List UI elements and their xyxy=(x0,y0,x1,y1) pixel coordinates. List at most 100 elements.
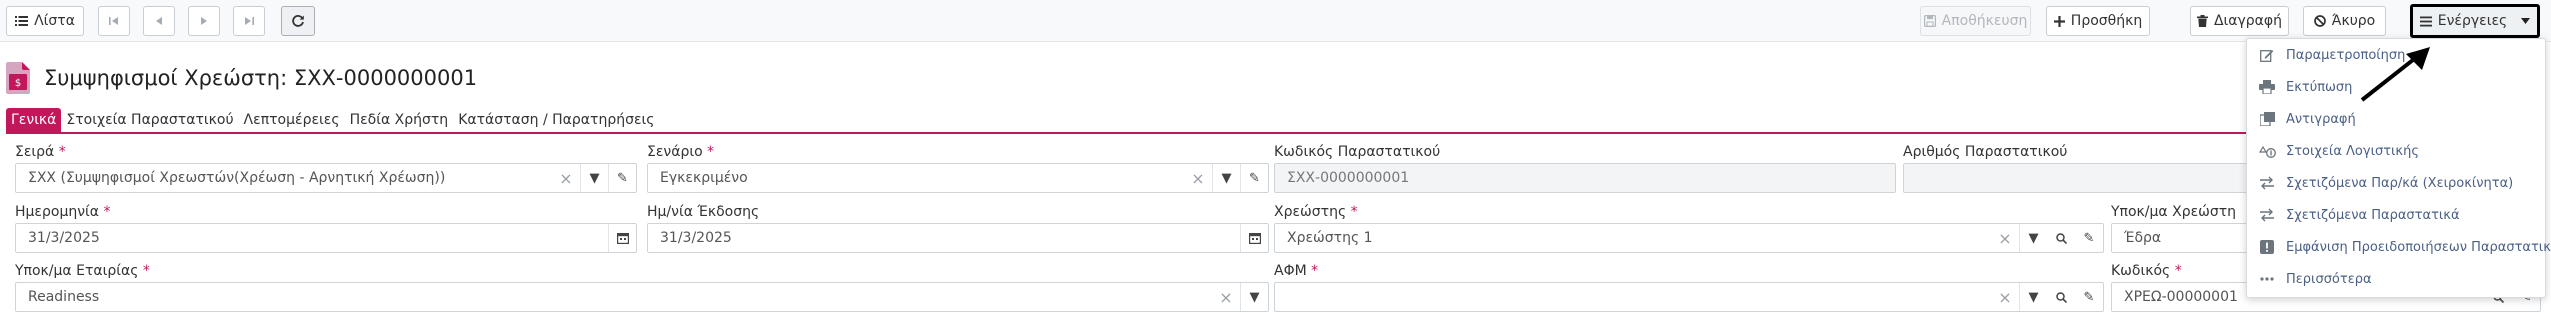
delete-button[interactable]: Διαγραφή xyxy=(2190,6,2289,36)
search-icon[interactable] xyxy=(2047,283,2075,311)
first-record-button[interactable] xyxy=(98,6,130,36)
doc-code-field[interactable]: ΣΧΧ-0000000001 xyxy=(1274,163,1896,193)
date-field[interactable]: 31/3/2025 xyxy=(15,223,637,253)
doc-number-field[interactable] xyxy=(1903,163,2253,193)
required-mark: * xyxy=(2174,263,2182,279)
menu-item-accounting[interactable]: Στοιχεία Λογιστικής xyxy=(2257,137,2419,165)
menu-item-print[interactable]: Εκτύπωση xyxy=(2257,73,2352,101)
issue-date-value: 31/3/2025 xyxy=(660,230,732,246)
add-button-label: Προσθήκη xyxy=(2070,13,2143,29)
debtor-branch-label: Υποκ/μα Χρεώστη xyxy=(2111,204,2237,220)
menu-item-label: Εκτύπωση xyxy=(2286,79,2353,95)
actions-button[interactable]: Ενέργειες xyxy=(2410,4,2540,38)
scenario-label: Σενάριο * xyxy=(647,144,714,160)
ban-icon xyxy=(2313,15,2326,27)
issue-date-label: Ημ/νία Έκδοσης xyxy=(647,204,760,220)
menu-item-label: Περισσότερα xyxy=(2286,271,2372,287)
menu-item-copy[interactable]: Αντιγραφή xyxy=(2257,105,2356,133)
calendar-icon[interactable] xyxy=(608,224,636,252)
series-value: ΣΧΧ (Συμψηφισμοί Χρεωστών(Χρέωση - Αρνητ… xyxy=(28,170,446,186)
required-mark: * xyxy=(103,204,111,220)
warning-icon xyxy=(2257,240,2277,254)
actions-button-label: Ενέργειες xyxy=(2437,13,2508,29)
series-label: Σειρά * xyxy=(15,144,66,160)
scenario-value: Εγκεκριμένο xyxy=(660,170,748,186)
required-mark: * xyxy=(1311,263,1319,279)
pencil-icon[interactable]: ✎ xyxy=(2075,224,2103,252)
series-select[interactable]: ΣΧΧ (Συμψηφισμοί Χρεωστών(Χρέωση - Αρνητ… xyxy=(15,163,637,193)
clear-icon[interactable]: × xyxy=(1991,224,2019,252)
menu-item-label: Αντιγραφή xyxy=(2286,111,2356,127)
menu-item-related-manual[interactable]: Σχετιζόμενα Παρ/κά (Χειροκίνητα) xyxy=(2257,169,2513,197)
vat-label-text: ΑΦΜ xyxy=(1274,263,1307,279)
tab-user-fields[interactable]: Πεδία Χρήστη xyxy=(345,108,454,132)
list-icon xyxy=(15,15,29,27)
menu-item-label: Σχετιζόμενα Παραστατικά xyxy=(2286,207,2460,223)
menu-item-related-documents[interactable]: Σχετιζόμενα Παραστατικά xyxy=(2257,201,2460,229)
debtor-value: Χρεώστης 1 xyxy=(1287,230,1373,246)
clear-icon[interactable]: × xyxy=(1212,283,1240,311)
issue-date-field[interactable]: 31/3/2025 xyxy=(647,223,1269,253)
plus-icon xyxy=(2053,15,2065,27)
tab-status-notes[interactable]: Κατάσταση / Παρατηρήσεις xyxy=(453,108,659,132)
next-record-button[interactable] xyxy=(188,6,220,36)
series-label-text: Σειρά xyxy=(15,144,55,160)
accounting-icon xyxy=(2257,144,2277,158)
debtor-branch-value: Έδρα xyxy=(2124,230,2162,246)
clear-icon[interactable]: × xyxy=(1184,164,1212,192)
cancel-button[interactable]: Άκυρο xyxy=(2303,6,2386,36)
previous-record-button[interactable] xyxy=(143,6,175,36)
page-header: $ Συμψηφισμοί Χρεώστη: ΣΧΧ-0000000001 xyxy=(6,58,477,98)
search-icon[interactable] xyxy=(2047,224,2075,252)
tab-general[interactable]: Γενικά xyxy=(6,108,62,132)
toolbar: Λίστα Αποθήκευση Προσθήκη Διαγραφή Άκυρο… xyxy=(0,0,2551,42)
pencil-icon[interactable]: ✎ xyxy=(2075,283,2103,311)
save-button-label: Αποθήκευση xyxy=(1941,13,2028,29)
menu-icon xyxy=(2419,16,2432,27)
menu-item-show-warnings[interactable]: Εμφάνιση Προειδοποιήσεων Παραστατικού xyxy=(2257,233,2551,261)
scenario-label-text: Σενάριο xyxy=(647,144,703,160)
debtor-label-text: Χρεώστης xyxy=(1274,204,1347,220)
list-button[interactable]: Λίστα xyxy=(6,6,84,36)
document-icon: $ xyxy=(6,62,30,94)
date-label-text: Ημερομηνία xyxy=(15,204,100,220)
menu-item-label: Στοιχεία Λογιστικής xyxy=(2286,143,2419,159)
next-icon xyxy=(200,16,208,26)
tab-details[interactable]: Λεπτομέρειες xyxy=(239,108,345,132)
scenario-select[interactable]: Εγκεκριμένο × ▼ ✎ xyxy=(647,163,1269,193)
menu-item-label: Σχετιζόμενα Παρ/κά (Χειροκίνητα) xyxy=(2286,175,2514,191)
debtor-select[interactable]: Χρεώστης 1 × ▼ ✎ xyxy=(1274,223,2104,253)
copy-icon xyxy=(2257,112,2277,126)
refresh-button[interactable] xyxy=(281,6,315,36)
caret-down-icon[interactable]: ▼ xyxy=(2019,283,2047,311)
company-branch-select[interactable]: Readiness × ▼ xyxy=(15,282,1269,312)
svg-text:$: $ xyxy=(15,78,21,89)
caret-down-icon[interactable]: ▼ xyxy=(1240,283,1268,311)
pencil-icon[interactable]: ✎ xyxy=(608,164,636,192)
add-button[interactable]: Προσθήκη xyxy=(2046,6,2150,36)
tab-document-details[interactable]: Στοιχεία Παραστατικού xyxy=(61,108,238,132)
more-icon xyxy=(2257,277,2277,281)
printer-icon xyxy=(2257,80,2277,94)
save-button[interactable]: Αποθήκευση xyxy=(1920,6,2031,36)
debtor-branch-select[interactable]: Έδρα xyxy=(2111,223,2251,253)
required-mark: * xyxy=(1350,204,1358,220)
date-value: 31/3/2025 xyxy=(28,230,100,246)
caret-down-icon[interactable]: ▼ xyxy=(2019,224,2047,252)
caret-down-icon[interactable]: ▼ xyxy=(580,164,608,192)
caret-down-icon xyxy=(2521,18,2531,24)
doc-code-label: Κωδικός Παραστατικού xyxy=(1274,144,1441,160)
swap-icon xyxy=(2257,176,2277,190)
pencil-icon[interactable]: ✎ xyxy=(1240,164,1268,192)
clear-icon[interactable]: × xyxy=(552,164,580,192)
page-title: Συμψηφισμοί Χρεώστη: ΣΧΧ-0000000001 xyxy=(44,66,478,90)
calendar-icon[interactable] xyxy=(1240,224,1268,252)
menu-item-more[interactable]: Περισσότερα xyxy=(2257,265,2372,293)
vat-select[interactable]: × ▼ ✎ xyxy=(1274,282,2104,312)
doc-number-label: Αριθμός Παραστατικού xyxy=(1903,144,2068,160)
caret-down-icon[interactable]: ▼ xyxy=(1212,164,1240,192)
clear-icon[interactable]: × xyxy=(1991,283,2019,311)
last-record-button[interactable] xyxy=(233,6,265,36)
code-label: Κωδικός * xyxy=(2111,263,2182,279)
date-label: Ημερομηνία * xyxy=(15,204,110,220)
